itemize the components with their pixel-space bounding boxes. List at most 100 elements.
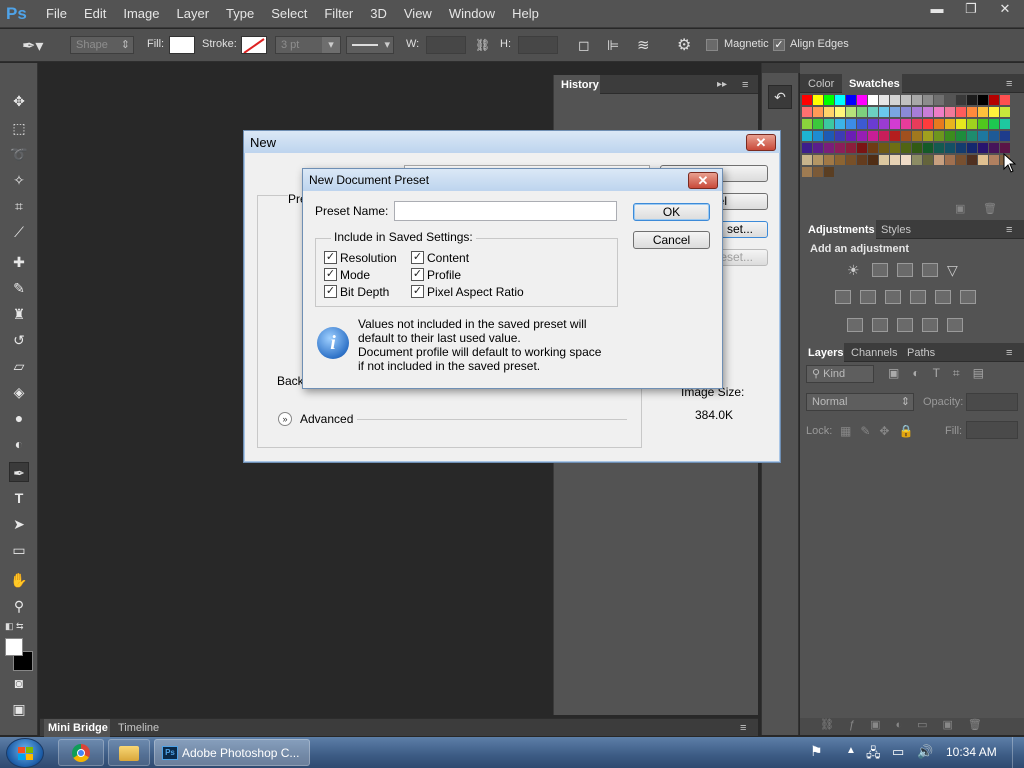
move-tool-icon[interactable]: ✥	[9, 91, 29, 111]
swatch-cell[interactable]	[989, 119, 999, 129]
swatch-cell[interactable]	[890, 119, 900, 129]
pixel-aspect-ratio-checkbox[interactable]: ✓	[411, 285, 424, 298]
stroke-width-field[interactable]: 3 pt ▾	[275, 36, 341, 54]
swatch-cell[interactable]	[890, 131, 900, 141]
swatch-cell[interactable]	[934, 131, 944, 141]
stroke-type-select[interactable]: ▾	[346, 36, 394, 54]
swatch-cell[interactable]	[978, 119, 988, 129]
photo-filter-icon[interactable]	[910, 290, 926, 304]
advanced-label[interactable]: Advanced	[300, 412, 353, 426]
lasso-tool-icon[interactable]: ➰	[9, 144, 29, 164]
swatch-cell[interactable]	[813, 167, 823, 177]
swatch-cell[interactable]	[945, 119, 955, 129]
swatch-cell[interactable]	[868, 131, 878, 141]
swatch-cell[interactable]	[879, 143, 889, 153]
swatch-cell[interactable]	[868, 155, 878, 165]
swatch-cell[interactable]	[901, 95, 911, 105]
network-icon[interactable]: 🖧	[866, 744, 881, 766]
tab-styles[interactable]: Styles	[881, 224, 911, 236]
photoshop-taskbar-button[interactable]: Ps Adobe Photoshop C...	[154, 739, 310, 766]
tab-timeline[interactable]: Timeline	[118, 722, 159, 734]
marquee-tool-icon[interactable]: ⬚	[9, 118, 29, 138]
swatch-cell[interactable]	[835, 107, 845, 117]
swatch-cell[interactable]	[912, 95, 922, 105]
swatch-cell[interactable]	[835, 155, 845, 165]
hue-saturation-icon[interactable]	[835, 290, 851, 304]
paint-bucket-tool-icon[interactable]: ◈	[9, 382, 29, 402]
tab-paths[interactable]: Paths	[907, 347, 935, 359]
swatch-cell[interactable]	[967, 155, 977, 165]
layers-footer-icons[interactable]: ⛓ƒ▣◐▭▣🗑	[800, 718, 1024, 735]
posterize-icon[interactable]	[872, 318, 888, 332]
swatch-cell[interactable]	[846, 95, 856, 105]
swatch-cell[interactable]	[890, 107, 900, 117]
cancel-button[interactable]: Cancel	[633, 231, 710, 249]
swatch-cell[interactable]	[945, 131, 955, 141]
minimize-button[interactable]: ▬	[920, 0, 954, 18]
swatch-cell[interactable]	[868, 95, 878, 105]
content-checkbox[interactable]: ✓	[411, 251, 424, 264]
swatch-cell[interactable]	[934, 119, 944, 129]
swatch-cell[interactable]	[956, 143, 966, 153]
swatch-cell[interactable]	[956, 131, 966, 141]
swatch-cell[interactable]	[813, 119, 823, 129]
blend-mode-select[interactable]: Normal ⇕	[806, 393, 914, 411]
swatch-cell[interactable]	[868, 119, 878, 129]
swatch-cell[interactable]	[989, 131, 999, 141]
swatch-cell[interactable]	[978, 155, 988, 165]
swatch-cell[interactable]	[879, 95, 889, 105]
clone-stamp-tool-icon[interactable]: ♜	[9, 304, 29, 324]
link-icon[interactable]: ⛓	[475, 38, 490, 52]
layer-filter-icons[interactable]: ▣◐T⌗▤	[888, 366, 997, 381]
eyedropper-tool-icon[interactable]: ⟋	[9, 222, 29, 242]
swatch-cell[interactable]	[989, 155, 999, 165]
levels-icon[interactable]	[872, 263, 888, 277]
swatch-cell[interactable]	[912, 119, 922, 129]
swatch-cell[interactable]	[901, 131, 911, 141]
swatch-cell[interactable]	[824, 167, 834, 177]
fill-swatch[interactable]	[169, 36, 195, 54]
swatch-cell[interactable]	[901, 155, 911, 165]
swatch-cell[interactable]	[978, 143, 988, 153]
threshold-icon[interactable]	[897, 318, 913, 332]
tab-mini-bridge[interactable]: Mini Bridge	[48, 722, 108, 734]
layer-filter-kind[interactable]: ⚲ Kind	[806, 365, 874, 383]
swatch-cell[interactable]	[802, 107, 812, 117]
tab-swatches[interactable]: Swatches	[849, 78, 900, 90]
swatch-cell[interactable]	[802, 143, 812, 153]
swatch-cell[interactable]	[967, 107, 977, 117]
swatch-cell[interactable]	[923, 131, 933, 141]
swatch-cell[interactable]	[890, 95, 900, 105]
exposure-icon[interactable]	[922, 263, 938, 277]
menu-select[interactable]: Select	[271, 6, 307, 21]
swatch-cell[interactable]	[1000, 131, 1010, 141]
swatch-cell[interactable]	[879, 131, 889, 141]
swatch-cell[interactable]	[967, 119, 977, 129]
vibrance-icon[interactable]: ▽	[947, 263, 963, 277]
explorer-taskbar-button[interactable]	[108, 739, 150, 766]
history-panel-icon[interactable]: ↶	[768, 85, 792, 109]
swatch-cell[interactable]	[813, 143, 823, 153]
menu-filter[interactable]: Filter	[324, 6, 353, 21]
color-lookup-icon[interactable]	[960, 290, 976, 304]
dodge-tool-icon[interactable]: ◐	[9, 434, 29, 454]
preset-name-input[interactable]	[394, 201, 617, 221]
clock-text[interactable]: 10:34 AM	[946, 745, 997, 759]
eraser-tool-icon[interactable]: ▱	[9, 356, 29, 376]
panel-menu-icon[interactable]: ≡	[1006, 78, 1012, 90]
swatch-cell[interactable]	[901, 143, 911, 153]
swatch-cell[interactable]	[835, 143, 845, 153]
swatch-cell[interactable]	[912, 143, 922, 153]
close-icon[interactable]: ✕	[746, 134, 776, 151]
lock-icons[interactable]: ▦✎✥🔒	[840, 424, 922, 438]
swatch-cell[interactable]	[956, 107, 966, 117]
swatch-cell[interactable]	[835, 95, 845, 105]
panel-menu-icon[interactable]: ≡	[742, 79, 748, 91]
tab-channels[interactable]: Channels	[851, 347, 897, 359]
swatch-cell[interactable]	[846, 143, 856, 153]
swatch-cell[interactable]	[824, 107, 834, 117]
swatch-cell[interactable]	[934, 95, 944, 105]
swatch-cell[interactable]	[989, 107, 999, 117]
tab-adjustments[interactable]: Adjustments	[808, 224, 875, 236]
swatch-cell[interactable]	[890, 143, 900, 153]
